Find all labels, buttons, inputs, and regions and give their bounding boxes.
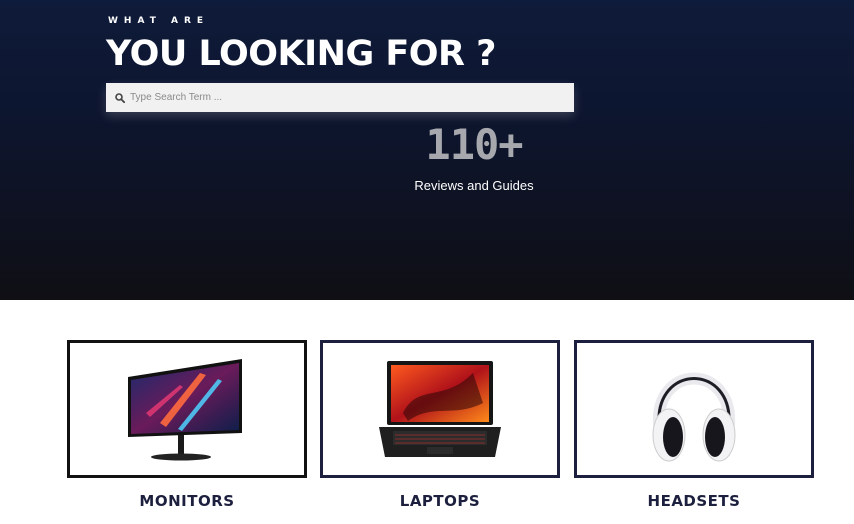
- monitor-image: [128, 359, 242, 461]
- search-icon: [114, 92, 126, 104]
- laptop-image: [379, 361, 501, 457]
- stat-number: 110+: [425, 120, 523, 169]
- stat-label: Reviews and Guides: [414, 178, 534, 193]
- search-input[interactable]: [130, 87, 550, 108]
- category-label-monitors[interactable]: MONITORS: [67, 492, 307, 510]
- hero-eyebrow: WHAT ARE: [108, 16, 210, 26]
- category-card-headsets[interactable]: [574, 340, 814, 478]
- category-card-monitors[interactable]: [67, 340, 307, 478]
- category-card-laptops[interactable]: [320, 340, 560, 478]
- category-label-laptops[interactable]: LAPTOPS: [320, 492, 560, 510]
- category-cards: MONITORS LAPTOPS HEADSETS: [67, 340, 815, 520]
- headset-image: [652, 372, 736, 462]
- hero-section: WHAT ARE YOU LOOKING FOR ? 110+ Reviews …: [0, 0, 854, 300]
- hero-headline: YOU LOOKING FOR ?: [106, 34, 496, 74]
- category-label-headsets[interactable]: HEADSETS: [574, 492, 814, 510]
- search-bar[interactable]: [106, 83, 574, 112]
